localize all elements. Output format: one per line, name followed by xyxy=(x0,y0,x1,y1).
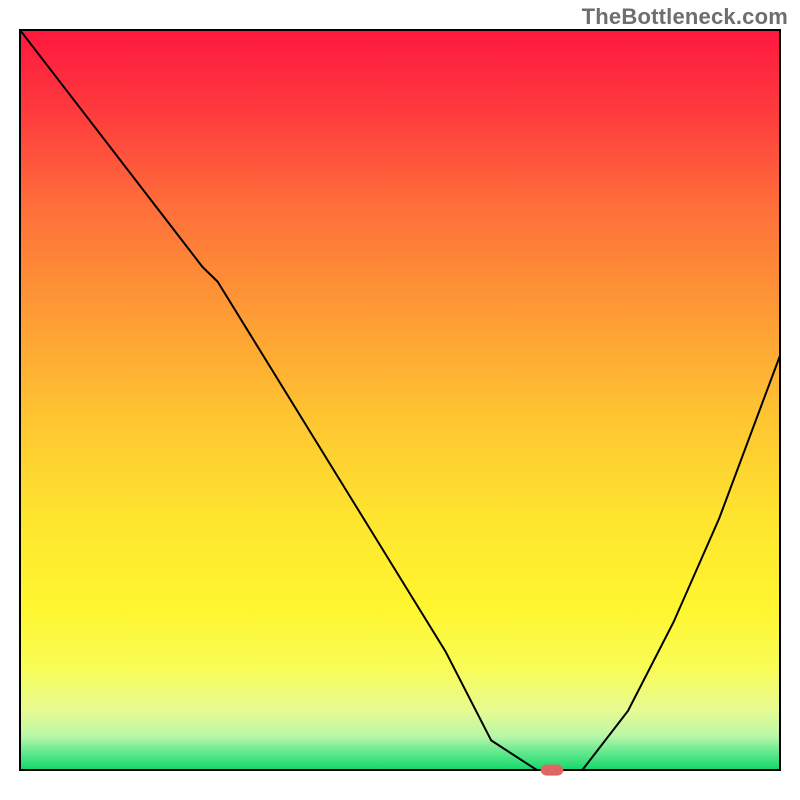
chart-stage: TheBottleneck.com xyxy=(0,0,800,800)
plot-background xyxy=(20,30,780,770)
bottleneck-plot xyxy=(0,0,800,800)
watermark-text: TheBottleneck.com xyxy=(582,4,788,30)
optimal-point-marker xyxy=(541,765,564,776)
